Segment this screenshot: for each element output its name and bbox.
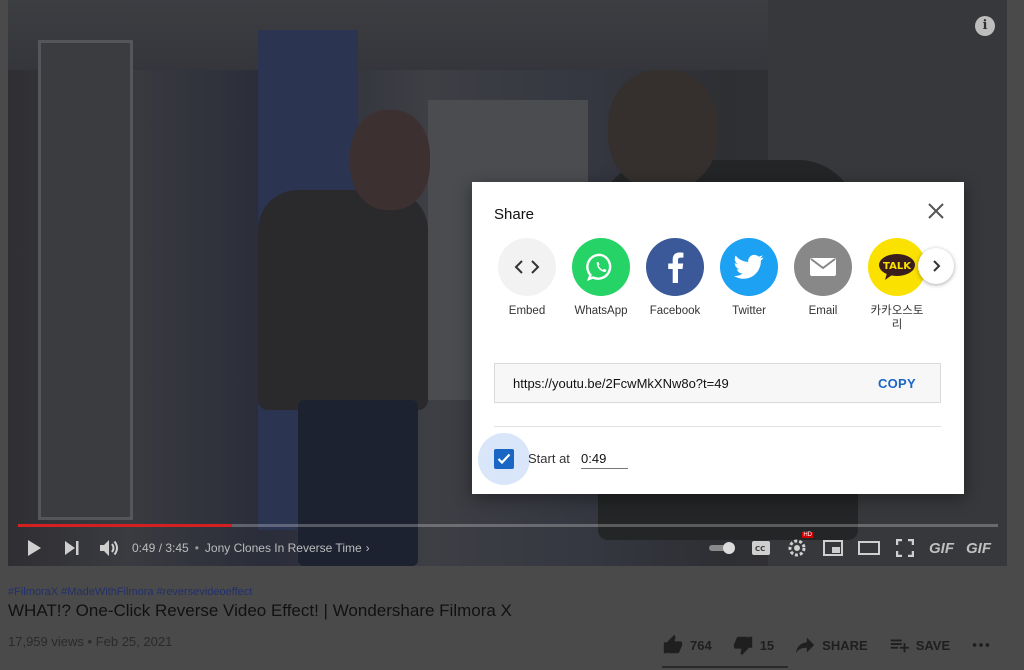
- share-url-box[interactable]: https://youtu.be/2FcwMkXNw8o?t=49 COPY: [494, 363, 941, 403]
- play-icon[interactable]: [22, 536, 46, 560]
- more-horizontal-icon: [972, 643, 990, 647]
- divider: [494, 426, 941, 427]
- volume-icon[interactable]: [98, 536, 122, 560]
- share-arrow-icon: [796, 637, 815, 654]
- twitter-icon: [720, 238, 778, 296]
- progress-played: [18, 524, 232, 527]
- share-url[interactable]: https://youtu.be/2FcwMkXNw8o?t=49: [513, 376, 729, 391]
- miniplayer-icon[interactable]: [821, 536, 845, 560]
- thumbs-down-icon: [733, 636, 752, 656]
- embed-icon: [498, 238, 556, 296]
- video-meta: 17,959 views • Feb 25, 2021: [8, 634, 172, 649]
- sentiment-bar: [662, 666, 788, 668]
- progress-bar[interactable]: [18, 524, 998, 527]
- copy-button[interactable]: COPY: [878, 376, 916, 391]
- player-controls: 0:49 / 3:45 • Jony Clones In Reverse Tim…: [8, 530, 1007, 566]
- start-at-checkbox[interactable]: [478, 433, 530, 485]
- start-at-input[interactable]: [581, 449, 628, 469]
- separator-dot: •: [194, 541, 199, 555]
- share-kakaostory[interactable]: TALK 카카오스토리: [868, 238, 926, 332]
- share-target-label: WhatsApp: [574, 305, 628, 317]
- hashtags[interactable]: #FilmoraX #MadeWithFilmora #reversevideo…: [8, 586, 252, 598]
- separator-dot: •: [87, 634, 96, 649]
- dialog-title: Share: [494, 206, 535, 223]
- subtitles-icon[interactable]: CC: [749, 536, 773, 560]
- email-icon: [794, 238, 852, 296]
- share-target-label: Twitter: [732, 305, 766, 317]
- next-icon[interactable]: [60, 536, 84, 560]
- checkmark-icon: [497, 453, 511, 465]
- video-title: WHAT!? One-Click Reverse Video Effect! |…: [8, 601, 512, 620]
- dislike-count: 15: [759, 637, 775, 653]
- chapter-title[interactable]: Jony Clones In Reverse Time: [205, 541, 362, 555]
- video-frame: [258, 190, 428, 410]
- playlist-add-icon: [890, 639, 909, 653]
- kakao-badge-text: TALK: [883, 261, 912, 272]
- share-targets: Embed WhatsApp Facebook Twitter Email TA…: [498, 238, 926, 332]
- facebook-icon: [646, 238, 704, 296]
- info-icon[interactable]: i: [975, 16, 995, 36]
- video-actions: 764 15 SHARE SAVE: [662, 634, 992, 656]
- checkbox-checked: [494, 449, 514, 469]
- share-whatsapp[interactable]: WhatsApp: [572, 238, 630, 332]
- gif-button[interactable]: GIF: [929, 540, 954, 557]
- share-target-label: Embed: [508, 305, 546, 317]
- share-label: SHARE: [822, 637, 868, 653]
- share-embed[interactable]: Embed: [498, 238, 556, 332]
- hd-badge: HD: [802, 532, 813, 538]
- share-target-label: Email: [808, 305, 838, 317]
- thumbs-up-icon: [663, 634, 683, 654]
- save-button[interactable]: SAVE: [888, 634, 950, 656]
- share-target-label: 카카오스토리: [870, 305, 924, 331]
- theater-mode-icon[interactable]: [857, 536, 881, 560]
- svg-text:CC: CC: [755, 545, 765, 553]
- next-targets-button[interactable]: [918, 248, 954, 284]
- video-frame: [38, 40, 133, 520]
- close-icon[interactable]: [926, 201, 946, 221]
- fullscreen-icon[interactable]: [893, 536, 917, 560]
- share-facebook[interactable]: Facebook: [646, 238, 704, 332]
- gif-button[interactable]: GIF: [966, 540, 991, 557]
- share-dialog: Share Embed WhatsApp Facebook Twitter Em…: [472, 182, 964, 494]
- view-count: 17,959 views: [8, 634, 84, 649]
- publish-date: Feb 25, 2021: [95, 634, 173, 649]
- chevron-right-icon[interactable]: ›: [366, 541, 370, 555]
- like-button[interactable]: 764: [662, 634, 712, 656]
- settings-icon[interactable]: HD: [785, 532, 813, 560]
- share-twitter[interactable]: Twitter: [720, 238, 778, 332]
- share-button[interactable]: SHARE: [794, 634, 868, 656]
- start-at-label: Start at: [528, 451, 570, 466]
- dislike-button[interactable]: 15: [732, 634, 774, 656]
- chevron-right-icon: [933, 260, 941, 272]
- video-frame: [350, 110, 430, 210]
- more-actions-button[interactable]: [970, 634, 992, 656]
- save-label: SAVE: [915, 637, 951, 653]
- like-count: 764: [690, 637, 712, 653]
- video-frame: [608, 70, 718, 190]
- share-email[interactable]: Email: [794, 238, 852, 332]
- autoplay-toggle[interactable]: [707, 536, 737, 560]
- time-display: 0:49 / 3:45: [132, 541, 189, 555]
- whatsapp-icon: [572, 238, 630, 296]
- share-target-label: Facebook: [649, 305, 701, 317]
